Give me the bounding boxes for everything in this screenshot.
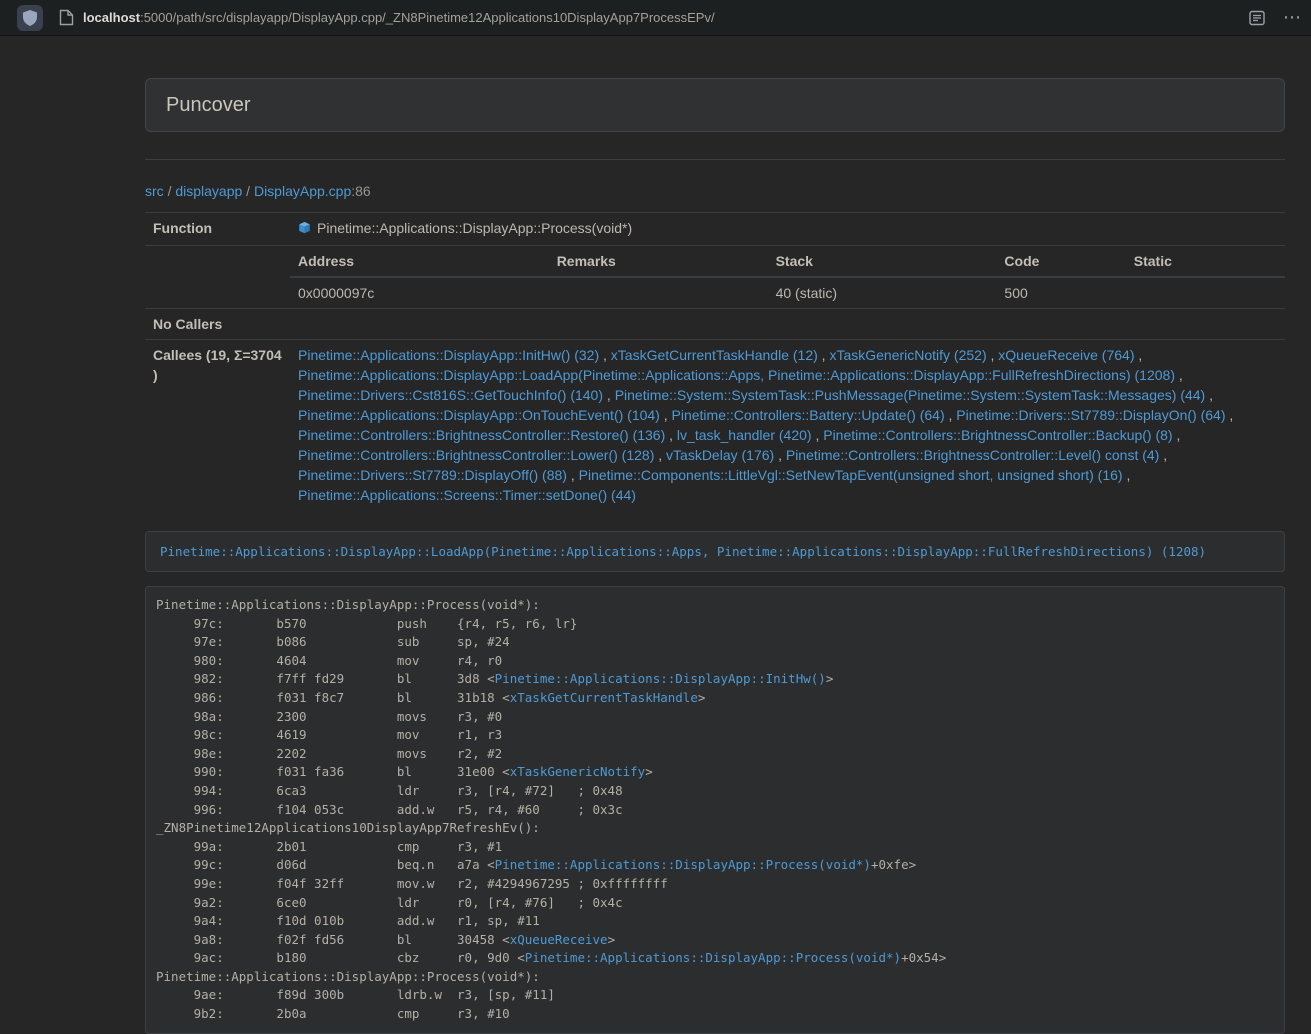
page-title: Puncover: [166, 93, 1264, 117]
more-menu-button[interactable]: ⋯: [1283, 9, 1301, 27]
function-table: Function Pinetime::Applications::Display…: [145, 212, 1285, 510]
callee-link[interactable]: Pinetime::Applications::Screens::Timer::…: [298, 487, 636, 503]
callee-link[interactable]: Pinetime::Applications::DisplayApp::Init…: [298, 347, 599, 363]
symbol-link[interactable]: xTaskGenericNotify: [510, 764, 645, 779]
callee-link[interactable]: Pinetime::Applications::DisplayApp::OnTo…: [298, 407, 660, 423]
symbol-link[interactable]: xTaskGetCurrentTaskHandle: [510, 690, 698, 705]
shield-icon: [23, 10, 37, 26]
callee-link[interactable]: Pinetime::Drivers::St7789::DisplayOff() …: [298, 467, 567, 483]
symbol-link[interactable]: Pinetime::Applications::DisplayApp::Init…: [495, 671, 826, 686]
function-cube-icon: [298, 220, 311, 240]
callee-link[interactable]: vTaskDelay (176): [666, 447, 774, 463]
breadcrumb-line-number: :86: [351, 183, 370, 199]
url-bar[interactable]: localhost:5000/path/src/displayapp/Displ…: [83, 10, 715, 25]
code-value: 500: [996, 277, 1125, 308]
selected-symbol-panel: Pinetime::Applications::DisplayApp::Load…: [145, 531, 1285, 572]
address-value: 0x0000097c: [290, 277, 549, 308]
callee-link[interactable]: Pinetime::Controllers::BrightnessControl…: [823, 427, 1172, 443]
callee-link[interactable]: xTaskGenericNotify (252): [829, 347, 986, 363]
divider: [145, 159, 1285, 160]
callee-link[interactable]: Pinetime::Drivers::Cst816S::GetTouchInfo…: [298, 387, 603, 403]
callee-link[interactable]: xQueueReceive (764): [998, 347, 1134, 363]
callee-link[interactable]: lv_task_handler (420): [677, 427, 812, 443]
col-header-remarks: Remarks: [549, 246, 768, 277]
breadcrumb-separator: /: [246, 183, 250, 199]
browser-toolbar: localhost:5000/path/src/displayapp/Displ…: [0, 0, 1311, 36]
table-row-no-callers: No Callers: [145, 309, 1285, 340]
url-host: localhost: [83, 10, 140, 25]
symbol-link[interactable]: Pinetime::Applications::DisplayApp::Proc…: [525, 950, 901, 965]
symbol-link[interactable]: xQueueReceive: [510, 932, 608, 947]
page-tab-icon: [59, 9, 74, 26]
row-label-empty: [145, 246, 290, 309]
callee-link[interactable]: Pinetime::Applications::DisplayApp::Load…: [298, 367, 1175, 383]
reader-view-button[interactable]: [1249, 10, 1265, 26]
table-row-function: Function Pinetime::Applications::Display…: [145, 213, 1285, 246]
toolbar-right: ⋯: [1249, 9, 1311, 27]
row-label-no-callers: No Callers: [145, 309, 290, 340]
callee-link[interactable]: Pinetime::Controllers::BrightnessControl…: [786, 447, 1159, 463]
symbol-link[interactable]: Pinetime::Applications::DisplayApp::Proc…: [495, 857, 871, 872]
page-container: Puncover src / displayapp / DisplayApp.c…: [145, 78, 1285, 1034]
static-value: [1126, 277, 1285, 308]
row-label-function: Function: [145, 213, 290, 246]
callee-link[interactable]: Pinetime::Controllers::Battery::Update()…: [672, 407, 945, 423]
no-callers-cell: [290, 309, 1285, 340]
col-header-stack: Stack: [768, 246, 997, 277]
breadcrumb: src / displayapp / DisplayApp.cpp:86: [145, 181, 1285, 201]
reader-view-icon: [1249, 10, 1265, 26]
breadcrumb-link-file[interactable]: DisplayApp.cpp: [254, 183, 351, 199]
col-header-static: Static: [1126, 246, 1285, 277]
stack-value: 40 (static): [768, 277, 997, 308]
extension-shield-button[interactable]: [17, 5, 43, 31]
callee-link[interactable]: Pinetime::System::SystemTask::PushMessag…: [615, 387, 1206, 403]
breadcrumb-link-src[interactable]: src: [145, 183, 164, 199]
table-row-details: Address Remarks Stack Code Static 0x0000…: [145, 246, 1285, 309]
function-name: Pinetime::Applications::DisplayApp::Proc…: [317, 220, 632, 236]
row-label-callees: Callees (19, Σ=3704 ): [145, 340, 290, 511]
remarks-value: [549, 277, 768, 308]
url-path: :5000/path/src/displayapp/DisplayApp.cpp…: [140, 10, 715, 25]
col-header-address: Address: [290, 246, 549, 277]
callee-link[interactable]: Pinetime::Controllers::BrightnessControl…: [298, 427, 665, 443]
app-header-panel: Puncover: [145, 78, 1285, 132]
selected-symbol-link[interactable]: Pinetime::Applications::DisplayApp::Load…: [160, 544, 1206, 559]
callee-link[interactable]: Pinetime::Components::LittleVgl::SetNewT…: [579, 467, 1123, 483]
details-table: Address Remarks Stack Code Static 0x0000…: [290, 246, 1285, 308]
callee-link[interactable]: xTaskGetCurrentTaskHandle (12): [611, 347, 818, 363]
breadcrumb-separator: /: [168, 183, 172, 199]
details-cell: Address Remarks Stack Code Static 0x0000…: [290, 246, 1285, 309]
callee-link[interactable]: Pinetime::Controllers::BrightnessControl…: [298, 447, 654, 463]
function-name-cell: Pinetime::Applications::DisplayApp::Proc…: [290, 213, 1285, 246]
disassembly-block: Pinetime::Applications::DisplayApp::Proc…: [145, 586, 1285, 1034]
breadcrumb-link-displayapp[interactable]: displayapp: [175, 183, 242, 199]
details-value-row: 0x0000097c 40 (static) 500: [290, 277, 1285, 308]
table-row-callees: Callees (19, Σ=3704 ) Pinetime::Applicat…: [145, 340, 1285, 511]
callees-cell: Pinetime::Applications::DisplayApp::Init…: [290, 340, 1285, 511]
callee-link[interactable]: Pinetime::Drivers::St7789::DisplayOn() (…: [956, 407, 1225, 423]
col-header-code: Code: [996, 246, 1125, 277]
details-header-row: Address Remarks Stack Code Static: [290, 246, 1285, 277]
